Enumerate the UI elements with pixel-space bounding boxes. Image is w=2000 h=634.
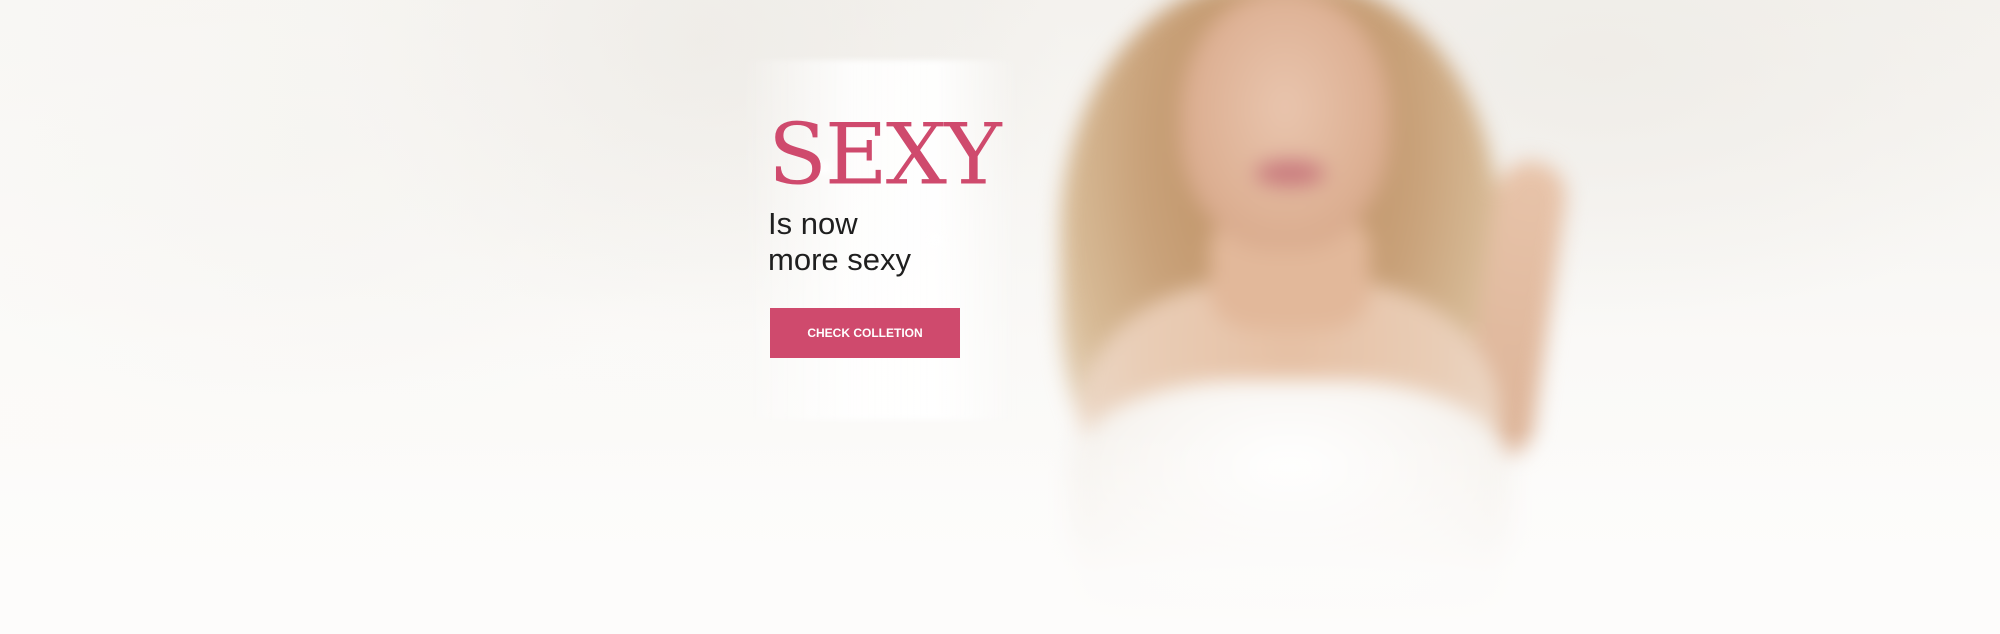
hero-subline-line2: more sexy bbox=[768, 242, 911, 277]
hero-subline: Is now more sexy bbox=[768, 206, 1028, 278]
bottom-fade bbox=[0, 430, 2000, 634]
hero-content: SEXY Is now more sexy CHECK COLLETION bbox=[768, 112, 1028, 358]
model-lips bbox=[1255, 160, 1325, 186]
hero-banner: SEXY Is now more sexy CHECK COLLETION bbox=[0, 0, 2000, 634]
check-collection-button[interactable]: CHECK COLLETION bbox=[770, 308, 960, 358]
hero-headline: SEXY bbox=[768, 106, 1002, 204]
hero-subline-line1: Is now bbox=[768, 206, 858, 241]
model-face bbox=[1180, 0, 1390, 250]
